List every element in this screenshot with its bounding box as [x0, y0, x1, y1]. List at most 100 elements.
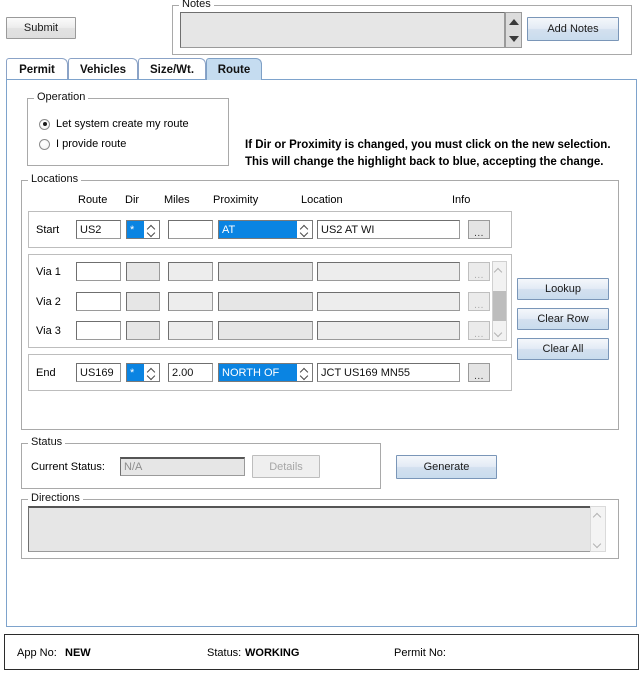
start-proximity-spinner-arrows[interactable]	[297, 221, 312, 238]
via-3-dir-input[interactable]	[126, 321, 160, 340]
directions-scrollbar[interactable]	[590, 506, 606, 552]
via-rows-scrollbar[interactable]	[492, 261, 507, 341]
via-2-dir-input[interactable]	[126, 292, 160, 311]
end-location-input[interactable]: JCT US169 MN55	[317, 363, 460, 382]
details-button[interactable]: Details	[252, 455, 320, 478]
footer-permit-no-label: Permit No:	[394, 647, 446, 659]
status-bar: App No: NEW Status: WORKING Permit No:	[4, 634, 639, 670]
start-proximity-value: AT	[219, 221, 297, 238]
start-location-input[interactable]: US2 AT WI	[317, 220, 460, 239]
chevron-up-icon	[495, 268, 504, 272]
via-1-proximity-input[interactable]	[218, 262, 313, 281]
notes-scroll-up-button[interactable]	[506, 13, 521, 30]
submit-button-label: Submit	[23, 22, 59, 34]
end-info-button[interactable]: ...	[468, 363, 490, 382]
end-dir-spinner-arrows[interactable]	[144, 364, 159, 381]
via-3-route-input[interactable]	[76, 321, 121, 340]
generate-button[interactable]: Generate	[396, 455, 497, 479]
via-scroll-up-button[interactable]	[493, 262, 506, 277]
radio-let-system-create-route[interactable]: Let system create my route	[39, 118, 189, 130]
via-3-row-label: Via 3	[36, 325, 61, 337]
radio-button-icon[interactable]	[39, 118, 50, 130]
end-miles-value: 2.00	[172, 366, 194, 379]
start-miles-input[interactable]	[168, 220, 213, 239]
via-3-location-input[interactable]	[317, 321, 460, 340]
chevron-up-icon	[301, 368, 308, 372]
via-1-miles-input[interactable]	[168, 262, 213, 281]
chevron-down-icon	[594, 542, 603, 546]
notes-scroll-down-button[interactable]	[506, 30, 521, 47]
tab-permit[interactable]: Permit	[6, 58, 68, 80]
notes-scrollbar[interactable]	[505, 12, 522, 48]
start-route-value: US2	[80, 223, 102, 236]
clear-all-button-label: Clear All	[542, 343, 584, 355]
lookup-button[interactable]: Lookup	[517, 278, 609, 300]
via-1-route-input[interactable]	[76, 262, 121, 281]
tab-route-label: Route	[217, 63, 251, 76]
via-2-info-button-label: ...	[474, 300, 484, 311]
start-info-button[interactable]: ...	[468, 220, 490, 239]
start-proximity-spinner[interactable]: AT	[218, 220, 313, 239]
via-scroll-track[interactable]	[493, 277, 506, 325]
chevron-down-icon	[148, 374, 155, 378]
directions-scroll-up-button[interactable]	[591, 507, 605, 522]
end-dir-spinner[interactable]: *	[126, 363, 160, 382]
end-miles-input[interactable]: 2.00	[168, 363, 213, 382]
directions-scroll-track[interactable]	[591, 522, 605, 536]
end-route-input[interactable]: US169	[76, 363, 121, 382]
operation-legend: Operation	[34, 92, 89, 103]
via-3-miles-input[interactable]	[168, 321, 213, 340]
radio-i-provide-route[interactable]: I provide route	[39, 138, 126, 150]
via-3-proximity-input[interactable]	[218, 321, 313, 340]
end-proximity-spinner[interactable]: NORTH OF	[218, 363, 313, 382]
via-2-location-input[interactable]	[317, 292, 460, 311]
end-row-label: End	[36, 367, 56, 379]
column-header-miles: Miles	[164, 194, 190, 206]
via-scroll-down-button[interactable]	[493, 325, 506, 340]
clear-all-button[interactable]: Clear All	[517, 338, 609, 360]
via-1-info-button[interactable]: ...	[468, 262, 490, 281]
operation-group: Operation	[27, 92, 229, 166]
via-3-info-button[interactable]: ...	[468, 321, 490, 340]
add-notes-button-label: Add Notes	[547, 23, 599, 35]
chevron-down-icon	[495, 331, 504, 335]
clear-row-button-label: Clear Row	[537, 313, 589, 325]
start-row-label: Start	[36, 224, 60, 236]
end-dir-value: *	[127, 364, 144, 381]
via-2-proximity-input[interactable]	[218, 292, 313, 311]
via-2-miles-input[interactable]	[168, 292, 213, 311]
triangle-down-icon	[508, 35, 519, 42]
clear-row-button[interactable]: Clear Row	[517, 308, 609, 330]
chevron-up-icon	[148, 368, 155, 372]
via-1-dir-input[interactable]	[126, 262, 160, 281]
radio-i-provide-route-label: I provide route	[56, 138, 127, 150]
directions-textarea[interactable]	[28, 506, 591, 552]
generate-button-label: Generate	[423, 461, 470, 473]
start-route-input[interactable]: US2	[76, 220, 121, 239]
notes-textarea[interactable]	[180, 12, 505, 48]
tab-vehicles[interactable]: Vehicles	[68, 58, 138, 80]
via-scroll-thumb[interactable]	[493, 291, 506, 321]
directions-legend: Directions	[28, 493, 83, 504]
lookup-button-label: Lookup	[544, 283, 582, 295]
via-2-route-input[interactable]	[76, 292, 121, 311]
directions-scroll-down-button[interactable]	[591, 536, 605, 551]
radio-button-icon[interactable]	[39, 138, 50, 150]
via-2-info-button[interactable]: ...	[468, 292, 490, 311]
add-notes-button[interactable]: Add Notes	[527, 17, 619, 41]
via-3-info-button-label: ...	[474, 329, 484, 340]
start-location-value: US2 AT WI	[321, 223, 375, 236]
chevron-up-icon	[301, 225, 308, 229]
submit-button[interactable]: Submit	[6, 17, 76, 39]
current-status-value-field: N/A	[120, 457, 245, 476]
end-proximity-value: NORTH OF	[219, 364, 297, 381]
tab-route[interactable]: Route	[206, 58, 262, 80]
end-route-value: US169	[80, 366, 114, 379]
start-dir-spinner[interactable]: *	[126, 220, 160, 239]
end-proximity-spinner-arrows[interactable]	[297, 364, 312, 381]
via-1-location-input[interactable]	[317, 262, 460, 281]
tab-size-wt[interactable]: Size/Wt.	[138, 58, 206, 80]
start-dir-spinner-arrows[interactable]	[144, 221, 159, 238]
column-header-info: Info	[452, 194, 471, 206]
notes-legend: Notes	[179, 0, 214, 10]
